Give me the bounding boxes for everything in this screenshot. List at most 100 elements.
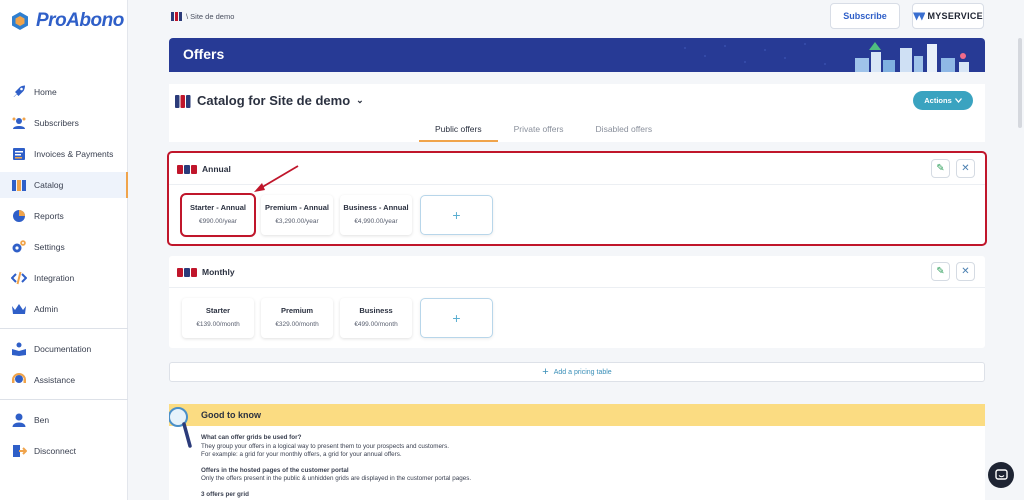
offer-name: Business <box>359 306 393 315</box>
catalog-selector[interactable]: Catalog for Site de demo ⌄ <box>175 93 364 108</box>
crown-icon <box>10 301 27 318</box>
tab-private-offers[interactable]: Private offers <box>498 120 580 142</box>
offer-card[interactable]: Business €499.00/month <box>340 298 412 338</box>
nav-settings[interactable]: Settings <box>0 234 128 260</box>
offer-card[interactable]: Premium - Annual €3,290.00/year <box>261 195 333 235</box>
good-to-know-header: Good to know <box>169 404 985 426</box>
nav-disconnect[interactable]: Disconnect <box>0 438 128 464</box>
nav-documentation[interactable]: Documentation <box>0 336 128 362</box>
sidebar-divider <box>0 328 128 329</box>
offer-card[interactable]: Starter - Annual €990.00/year <box>180 193 256 237</box>
nav-invoices-label: Invoices & Payments <box>34 149 114 159</box>
banner-illustration-icon <box>684 42 969 72</box>
add-offer-button[interactable]: + <box>420 195 493 235</box>
nav-documentation-label: Documentation <box>34 344 92 354</box>
scrollbar[interactable] <box>1018 38 1022 128</box>
faq-answer: They group your offers in a logical way … <box>201 442 450 450</box>
nav-disconnect-label: Disconnect <box>34 446 77 456</box>
nav-home[interactable]: Home <box>0 79 128 105</box>
grid-title-text: Annual <box>202 164 231 174</box>
grid-title-text: Monthly <box>202 267 235 277</box>
nav-subscribers[interactable]: Subscribers <box>0 110 128 136</box>
edit-grid-button[interactable]: ✎ <box>931 159 950 178</box>
nav-settings-label: Settings <box>34 242 65 252</box>
tab-disabled-offers[interactable]: Disabled offers <box>580 120 669 142</box>
actions-button[interactable]: Actions <box>913 91 973 110</box>
plus-icon: + <box>452 207 461 223</box>
offer-price: €499.00/month <box>354 321 398 328</box>
page-banner: Offers <box>169 38 985 72</box>
user-icon <box>10 412 27 429</box>
edit-grid-button[interactable]: ✎ <box>931 262 950 281</box>
offer-name: Starter <box>205 306 231 315</box>
catalog-header: Catalog for Site de demo ⌄ Actions Publi… <box>169 84 985 142</box>
chevron-down-icon <box>954 98 962 103</box>
tab-public-offers[interactable]: Public offers <box>419 120 498 142</box>
good-to-know-panel: Good to know What can offer grids be use… <box>169 404 985 500</box>
divider <box>169 184 985 185</box>
plus-icon: + <box>452 310 461 326</box>
nav-reports-label: Reports <box>34 211 64 221</box>
offer-name: Premium - Annual <box>265 203 329 212</box>
chat-icon <box>994 468 1008 480</box>
nav-admin-label: Admin <box>34 304 59 314</box>
chevron-down-icon: ⌄ <box>356 95 364 105</box>
nav-user-label: Ben <box>34 415 50 425</box>
pie-chart-icon <box>10 208 27 225</box>
offer-price: €3,290.00/year <box>275 218 319 225</box>
offer-price: €990.00/year <box>199 218 237 225</box>
nav-reports[interactable]: Reports <box>0 203 128 229</box>
nav-integration[interactable]: Integration <box>0 265 128 291</box>
nav-subscribers-label: Subscribers <box>34 118 79 128</box>
catalog-title: Catalog for Site de demo <box>197 93 351 108</box>
nav-user[interactable]: Ben <box>0 407 128 433</box>
nav-invoices[interactable]: Invoices & Payments <box>0 141 128 167</box>
offer-card[interactable]: Starter €139.00/month <box>182 298 254 338</box>
offer-name: Business - Annual <box>343 203 409 212</box>
grid-title: Monthly <box>177 267 235 277</box>
brand-name: MYSERVICE <box>927 11 983 21</box>
nav-integration-label: Integration <box>34 273 75 283</box>
nav-admin[interactable]: Admin <box>0 296 128 322</box>
faq-question: Offers in the hosted pages of the custom… <box>201 466 349 474</box>
add-pricing-table-button[interactable]: + Add a pricing table <box>169 362 985 382</box>
sidebar: ProAbono Home Subscribers Invoices & Pay… <box>0 0 128 500</box>
offer-name: Premium <box>280 306 314 315</box>
nav-assistance-label: Assistance <box>34 375 76 385</box>
delete-grid-button[interactable]: ✕ <box>956 159 975 178</box>
offer-price: €4,990.00/year <box>354 218 398 225</box>
actions-label: Actions <box>924 96 952 105</box>
nav-assistance[interactable]: Assistance <box>0 367 128 393</box>
nav-home-label: Home <box>34 87 57 97</box>
main-content: \ Site de demo Subscribe MYSERVICE Offer… <box>128 0 1024 500</box>
catalog-icon <box>171 12 182 21</box>
breadcrumb[interactable]: \ Site de demo <box>171 11 234 21</box>
nav-catalog-label: Catalog <box>34 180 64 190</box>
chat-button[interactable] <box>988 462 1014 488</box>
offer-card[interactable]: Business - Annual €4,990.00/year <box>340 195 412 235</box>
close-icon: ✕ <box>961 266 970 277</box>
topbar: \ Site de demo Subscribe MYSERVICE <box>168 0 984 33</box>
rocket-icon <box>10 84 27 101</box>
subscribe-button[interactable]: Subscribe <box>830 3 900 29</box>
faq-answer: For example: a grid for your monthly off… <box>201 451 402 459</box>
plus-icon: + <box>542 366 549 378</box>
offer-grid-monthly: Monthly ✎ ✕ Starter €139.00/month Premiu… <box>169 256 985 348</box>
offer-card[interactable]: Premium €329.00/month <box>261 298 333 338</box>
offer-grid-annual: Annual ✎ ✕ Starter - Annual €990.00/year… <box>167 151 987 246</box>
headset-icon <box>10 372 27 389</box>
brand-mark-icon <box>913 12 926 20</box>
subscribers-icon <box>10 115 27 132</box>
add-offer-button[interactable]: + <box>420 298 493 338</box>
pencil-icon: ✎ <box>936 266 945 277</box>
breadcrumb-text: \ Site de demo <box>186 11 235 21</box>
magnifier-icon <box>169 407 192 448</box>
delete-grid-button[interactable]: ✕ <box>956 262 975 281</box>
divider <box>169 287 985 288</box>
gear-icon <box>10 239 27 256</box>
nav-catalog[interactable]: Catalog <box>0 172 128 198</box>
brand-logo[interactable]: MYSERVICE <box>912 3 984 29</box>
offer-price: €329.00/month <box>275 321 319 328</box>
catalog-icon <box>10 177 27 194</box>
app-logo[interactable]: ProAbono <box>10 10 124 32</box>
